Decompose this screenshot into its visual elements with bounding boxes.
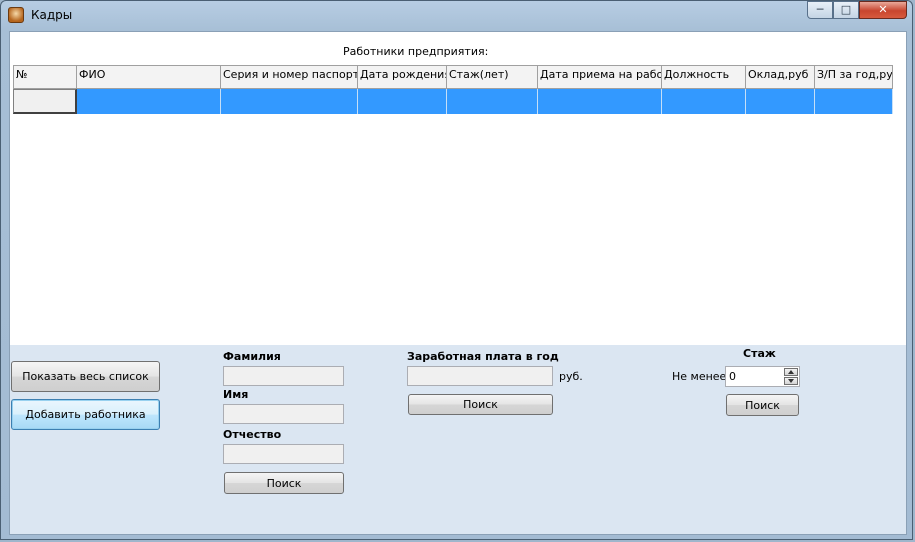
salary-unit-label: руб. (559, 370, 583, 383)
table-cell[interactable] (447, 89, 538, 114)
salary-field[interactable] (407, 366, 553, 386)
experience-stepper[interactable]: 0 (725, 366, 800, 387)
show-all-button[interactable]: Показать весь список (11, 361, 160, 392)
name-search-button[interactable]: Поиск (224, 472, 344, 494)
table-cell[interactable] (538, 89, 662, 114)
column-header-experience[interactable]: Стаж(лет) (447, 65, 538, 89)
last-name-field[interactable] (223, 366, 344, 386)
minimize-button[interactable]: ─ (807, 1, 833, 19)
table-cell[interactable] (662, 89, 746, 114)
grid-title: Работники предприятия: (343, 45, 489, 58)
first-name-label: Имя (223, 388, 249, 401)
window-title: Кадры (31, 8, 73, 22)
salary-label: Заработная плата в год (407, 350, 559, 363)
experience-value: 0 (729, 370, 736, 383)
table-cell[interactable] (221, 89, 358, 114)
title-bar[interactable]: Кадры ─ □ ✕ (1, 1, 914, 29)
salary-search-button[interactable]: Поиск (408, 394, 553, 415)
client-area: Работники предприятия: № ФИО Серия и ном… (9, 31, 907, 535)
column-header-annual-pay[interactable]: З/П за год,руб (815, 65, 893, 89)
column-header-birth-date[interactable]: Дата рождения (358, 65, 447, 89)
table-cell[interactable] (358, 89, 447, 114)
table-cell[interactable] (815, 89, 893, 114)
last-name-label: Фамилия (223, 350, 281, 363)
experience-search-button[interactable]: Поиск (726, 394, 799, 416)
table-cell[interactable] (746, 89, 815, 114)
add-worker-button[interactable]: Добавить работника (11, 399, 160, 430)
first-name-field[interactable] (223, 404, 344, 424)
patronymic-field[interactable] (223, 444, 344, 464)
close-icon: ✕ (878, 3, 888, 16)
stepper-up-icon[interactable] (784, 368, 798, 376)
column-header-hire-date[interactable]: Дата приема на работу (538, 65, 662, 89)
column-header-position[interactable]: Должность (662, 65, 746, 89)
maximize-icon: □ (840, 3, 852, 16)
app-icon (8, 7, 24, 23)
stepper-down-icon[interactable] (784, 377, 798, 385)
main-window: Кадры ─ □ ✕ Работники предприятия: № ФИО… (0, 0, 913, 540)
minimize-icon: ─ (816, 3, 824, 16)
experience-label: Стаж (743, 347, 776, 360)
column-header-fio[interactable]: ФИО (77, 65, 221, 89)
maximize-button[interactable]: □ (833, 1, 859, 19)
experience-min-label: Не менее (672, 370, 727, 383)
row-header[interactable] (13, 89, 77, 114)
patronymic-label: Отчество (223, 428, 282, 441)
column-header-salary[interactable]: Оклад,руб (746, 65, 815, 89)
column-header-number[interactable]: № (13, 65, 77, 89)
grid-panel: Работники предприятия: № ФИО Серия и ном… (10, 32, 906, 345)
column-header-passport[interactable]: Серия и номер паспорта (221, 65, 358, 89)
table-cell[interactable] (77, 89, 221, 114)
close-button[interactable]: ✕ (859, 1, 907, 19)
stepper-buttons (784, 368, 798, 385)
